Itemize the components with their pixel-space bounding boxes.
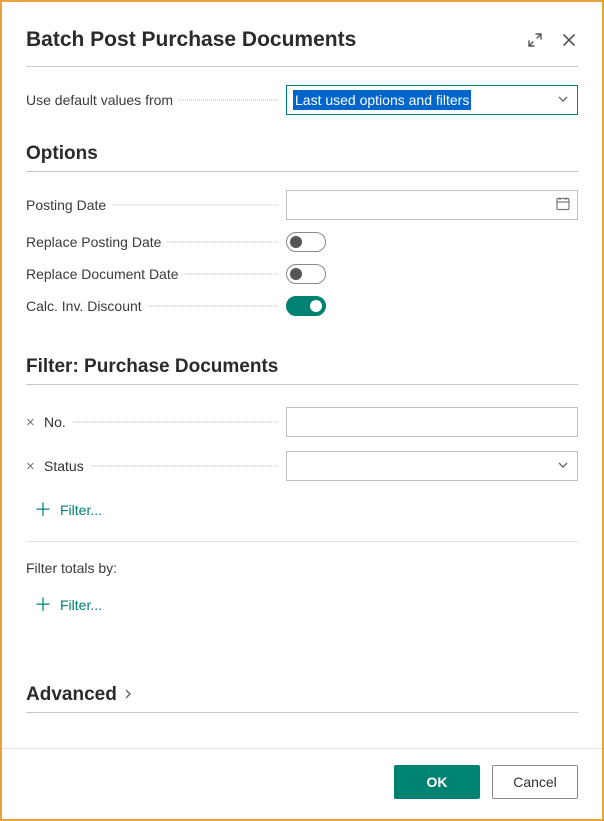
- add-filter-button[interactable]: ＋ Filter...: [34, 501, 102, 519]
- add-filter-label: Filter...: [60, 502, 102, 518]
- filter-status-label: Status: [44, 458, 286, 474]
- filter-no-input[interactable]: [286, 407, 578, 437]
- dialog-title: Batch Post Purchase Documents: [26, 28, 356, 52]
- replace-posting-toggle[interactable]: [286, 232, 326, 252]
- divider: [26, 712, 578, 713]
- defaults-row: Use default values from Last used option…: [26, 85, 578, 115]
- dialog-footer: OK Cancel: [2, 748, 602, 819]
- replace-document-label: Replace Document Date: [26, 266, 286, 282]
- plus-icon: ＋: [34, 596, 52, 614]
- close-icon[interactable]: [560, 31, 578, 49]
- filter-row-no: × No.: [26, 407, 578, 437]
- options-header: Options: [26, 143, 578, 165]
- replace-document-row: Replace Document Date: [26, 264, 578, 284]
- posting-date-label: Posting Date: [26, 197, 286, 213]
- remove-filter-no[interactable]: ×: [26, 414, 40, 431]
- filter-row-status: × Status: [26, 451, 578, 481]
- dialog-content: Batch Post Purchase Documents Use defaul…: [2, 2, 602, 748]
- posting-date-input[interactable]: [286, 190, 578, 220]
- calc-inv-label: Calc. Inv. Discount: [26, 298, 286, 314]
- calendar-icon[interactable]: [555, 196, 571, 215]
- replace-posting-label: Replace Posting Date: [26, 234, 286, 250]
- chevron-down-icon: [557, 92, 569, 108]
- filter-totals-label: Filter totals by:: [26, 560, 578, 576]
- calc-inv-row: Calc. Inv. Discount: [26, 296, 578, 316]
- plus-icon: ＋: [34, 501, 52, 519]
- cancel-button[interactable]: Cancel: [492, 765, 578, 799]
- divider: [26, 541, 578, 542]
- divider: [26, 66, 578, 67]
- filter-header: Filter: Purchase Documents: [26, 356, 578, 378]
- chevron-down-icon[interactable]: [557, 458, 569, 474]
- defaults-label: Use default values from: [26, 92, 286, 108]
- defaults-select[interactable]: Last used options and filters: [286, 85, 578, 115]
- expand-icon[interactable]: [526, 31, 544, 49]
- title-actions: [526, 31, 578, 49]
- divider: [26, 171, 578, 172]
- chevron-right-icon: [123, 684, 133, 706]
- title-bar: Batch Post Purchase Documents: [26, 18, 578, 66]
- dialog-window: Batch Post Purchase Documents Use defaul…: [0, 0, 604, 821]
- remove-filter-status[interactable]: ×: [26, 458, 40, 475]
- defaults-value: Last used options and filters: [293, 90, 471, 110]
- advanced-header[interactable]: Advanced: [26, 684, 578, 706]
- posting-date-row: Posting Date: [26, 190, 578, 220]
- calc-inv-toggle[interactable]: [286, 296, 326, 316]
- filter-status-input[interactable]: [286, 451, 578, 481]
- replace-document-toggle[interactable]: [286, 264, 326, 284]
- add-filter-totals-label: Filter...: [60, 597, 102, 613]
- ok-button[interactable]: OK: [394, 765, 480, 799]
- divider: [26, 384, 578, 385]
- add-filter-totals-button[interactable]: ＋ Filter...: [34, 596, 102, 614]
- filter-no-label: No.: [44, 414, 286, 430]
- replace-posting-row: Replace Posting Date: [26, 232, 578, 252]
